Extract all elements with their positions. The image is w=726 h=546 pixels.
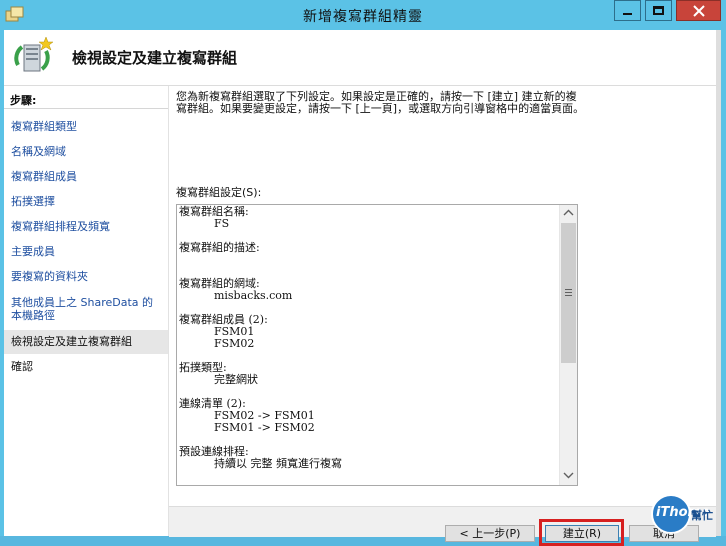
sidebar-item-local-path[interactable]: 其他成員上之 ShareData 的本機路徑 (4, 296, 168, 322)
wizard-footer: < 上一步(P) 建立(R) 取消 (169, 506, 716, 546)
main-content: 您為新複寫群組選取了下列設定。如果設定是正確的，請按一下 [建立] 建立新的複寫… (169, 86, 716, 506)
sidebar-item-review-create[interactable]: 檢視設定及建立複寫群組 (4, 330, 168, 354)
chevron-down-icon (563, 472, 574, 479)
steps-heading: 步驟: (10, 94, 37, 107)
highlight-box (539, 519, 624, 546)
steps-divider (4, 108, 168, 109)
sidebar-item-schedule-bandwidth[interactable]: 複寫群組排程及頻寬 (4, 220, 168, 233)
settings-scrollbar[interactable] (559, 205, 577, 485)
sidebar-item-confirmation: 確認 (11, 360, 33, 373)
sidebar-item-replication-group-type[interactable]: 複寫群組類型 (4, 120, 168, 133)
page-title: 檢視設定及建立複寫群組 (72, 49, 238, 67)
ithome-watermark: iThome 幫忙 (651, 494, 717, 534)
sidebar-item-topology[interactable]: 拓撲選擇 (4, 195, 168, 208)
intro-text: 您為新複寫群組選取了下列設定。如果設定是正確的，請按一下 [建立] 建立新的複寫… (176, 90, 585, 115)
replication-wizard-icon (14, 36, 54, 72)
chevron-up-icon (563, 209, 574, 216)
sidebar-item-primary-member[interactable]: 主要成員 (4, 245, 168, 258)
scroll-grip-line (565, 292, 572, 293)
sidebar-item-folders[interactable]: 要複寫的資料夾 (4, 270, 168, 283)
settings-label: 複寫群組設定(S): (176, 186, 262, 199)
wizard-window: 新增複寫群組精靈 檢視設定及建立複寫群組 步驟: 複寫群組類型 名稱及網域 複寫… (0, 0, 726, 546)
steps-sidebar: 步驟: 複寫群組類型 名稱及網域 複寫群組成員 拓撲選擇 複寫群組排程及頻寬 主… (4, 86, 169, 536)
watermark-logo: iThome (651, 494, 710, 534)
scroll-grip-line (565, 295, 572, 296)
wizard-header: 檢視設定及建立複寫群組 (4, 30, 721, 86)
close-icon (693, 5, 705, 17)
watermark-side-text: 幫忙 (691, 509, 713, 522)
settings-listbox[interactable]: 複寫群組名稱: FS 複寫群組的描述: 複寫群組的網域: misbacks.co… (176, 204, 578, 486)
maximize-button[interactable] (645, 0, 672, 21)
window-edge-strip (716, 30, 721, 536)
wizard-client: 檢視設定及建立複寫群組 步驟: 複寫群組類型 名稱及網域 複寫群組成員 拓撲選擇… (4, 30, 721, 546)
watermark-logo-text: iThome (656, 505, 710, 520)
scroll-grip-line (565, 289, 572, 290)
minimize-button[interactable] (614, 0, 641, 21)
close-button[interactable] (676, 0, 721, 21)
scroll-thumb[interactable] (561, 223, 576, 363)
scroll-down-button[interactable] (560, 467, 577, 483)
maximize-icon (653, 6, 664, 15)
minimize-icon (623, 13, 632, 15)
sidebar-item-name-and-domain[interactable]: 名稱及網域 (4, 145, 168, 158)
sidebar-item-members[interactable]: 複寫群組成員 (4, 170, 168, 183)
title-bar[interactable]: 新增複寫群組精靈 (0, 0, 726, 30)
back-button[interactable]: < 上一步(P) (445, 525, 535, 542)
scroll-up-button[interactable] (560, 205, 577, 221)
settings-text: 複寫群組名稱: FS 複寫群組的描述: 複寫群組的網域: misbacks.co… (179, 205, 342, 470)
